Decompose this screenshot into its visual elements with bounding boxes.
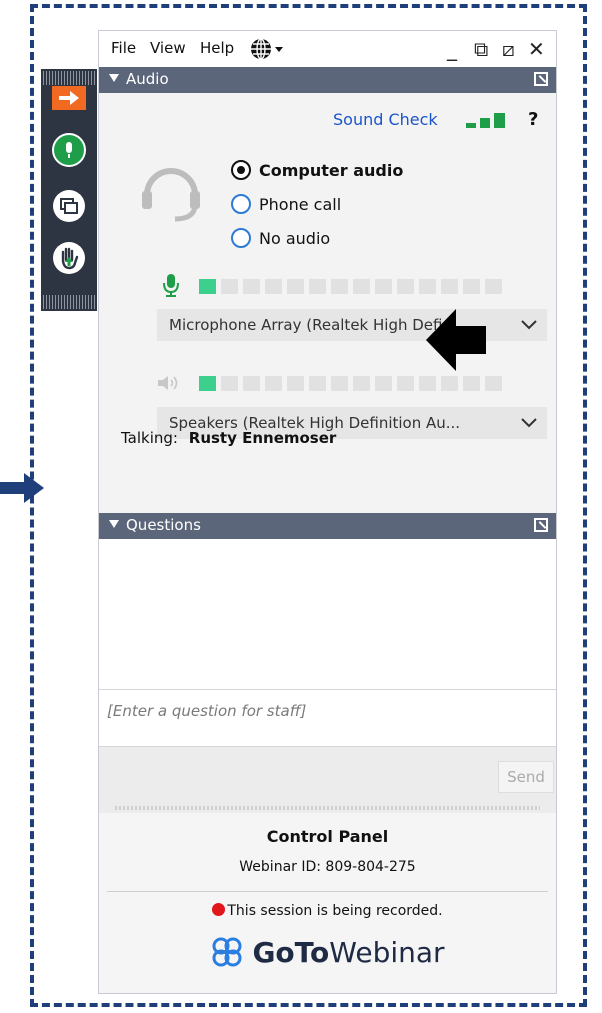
no-audio-label: No audio	[259, 228, 331, 248]
minimize-button[interactable]: _	[447, 37, 457, 61]
collapse-panel-button[interactable]	[50, 85, 88, 111]
globe-icon	[251, 38, 283, 60]
send-button[interactable]: Send	[498, 761, 554, 793]
audio-section-title: Audio	[126, 70, 169, 88]
control-panel-title: Control Panel	[266, 827, 389, 846]
screen-share-icon	[53, 190, 85, 222]
menu-view[interactable]: View	[150, 39, 186, 57]
popout-icon[interactable]	[534, 72, 548, 86]
radio-button-checked[interactable]	[231, 160, 251, 180]
send-area: Send	[99, 747, 556, 813]
microphone-select-value: Microphone Array (Realtek High Defi...	[169, 316, 457, 334]
chevron-down-icon	[521, 320, 537, 330]
gotowebinar-logo: GoTo Webinar	[99, 935, 556, 969]
microphone-select[interactable]: Microphone Array (Realtek High Defi...	[157, 309, 547, 341]
resize-grip[interactable]	[115, 806, 540, 810]
sound-check-link[interactable]: Sound Check	[333, 110, 438, 129]
speaker-level-meter	[199, 376, 502, 391]
radio-phone-call[interactable]: Phone call	[231, 194, 341, 214]
menu-bar: File View Help _ ⧉ ⧄ ✕	[99, 31, 556, 67]
language-menu[interactable]	[250, 37, 288, 65]
annotation-arrow-left	[426, 309, 486, 371]
recording-notice: This session is being recorded.	[99, 903, 556, 919]
talking-name: Rusty Ennemoser	[188, 429, 337, 447]
arrow-right-icon	[52, 86, 86, 110]
recording-text: This session is being recorded.	[227, 903, 443, 919]
radio-no-audio[interactable]: No audio	[231, 228, 330, 248]
raise-hand-icon	[53, 242, 85, 274]
footer-divider	[107, 891, 548, 892]
popout-icon[interactable]	[534, 518, 548, 532]
gotowebinar-flower-icon	[212, 937, 242, 967]
toolbar-grip-top[interactable]	[41, 71, 97, 85]
talking-label: Talking:	[121, 429, 178, 447]
menu-file[interactable]: File	[111, 39, 136, 57]
control-panel-window: File View Help _ ⧉ ⧄ ✕ Audio Sound Check…	[98, 30, 557, 994]
phone-call-label: Phone call	[259, 194, 342, 214]
popout-window-button[interactable]: ⧄	[502, 37, 515, 61]
audio-panel: Sound Check ? Computer audio Phone call …	[99, 93, 556, 513]
talking-indicator: Talking: Rusty Ennemoser	[121, 429, 336, 447]
computer-audio-label: Computer audio	[259, 160, 404, 180]
recording-dot-icon	[212, 903, 226, 916]
microphone-toggle-button[interactable]	[50, 131, 88, 169]
questions-section-header[interactable]: Questions	[99, 513, 556, 539]
close-button[interactable]: ✕	[528, 37, 545, 61]
question-placeholder: [Enter a question for staff]	[107, 702, 307, 720]
menu-help[interactable]: Help	[200, 39, 234, 57]
radio-button[interactable]	[231, 194, 251, 214]
collapse-triangle-icon	[109, 520, 119, 528]
collapse-triangle-icon	[109, 74, 119, 82]
radio-button[interactable]	[231, 228, 251, 248]
questions-section-title: Questions	[126, 516, 201, 534]
microphone-level-icon	[163, 274, 179, 297]
screen-share-button[interactable]	[50, 187, 88, 225]
footer: Control Panel Webinar ID: 809-804-275 Th…	[99, 813, 556, 993]
speaker-icon	[158, 376, 178, 390]
restore-button[interactable]: ⧉	[474, 37, 488, 61]
toolbar-grip-bottom[interactable]	[41, 295, 97, 309]
raise-hand-button[interactable]	[50, 239, 88, 277]
pointer-arrow-right	[0, 473, 44, 503]
questions-log	[99, 539, 556, 689]
microphone-level-meter	[199, 279, 502, 294]
audio-help-button[interactable]: ?	[528, 109, 538, 130]
microphone-icon	[52, 133, 86, 167]
chevron-down-icon	[521, 418, 537, 428]
headset-icon	[142, 168, 200, 222]
question-input[interactable]: [Enter a question for staff]	[99, 689, 556, 747]
audio-section-header[interactable]: Audio	[99, 67, 556, 93]
signal-strength-icon	[466, 113, 505, 128]
radio-computer-audio[interactable]: Computer audio	[231, 160, 403, 180]
side-toolbar	[41, 69, 97, 311]
brand-goto: GoTo	[252, 935, 330, 969]
brand-webinar: Webinar	[329, 935, 445, 969]
webinar-id: Webinar ID: 809-804-275	[239, 859, 416, 875]
